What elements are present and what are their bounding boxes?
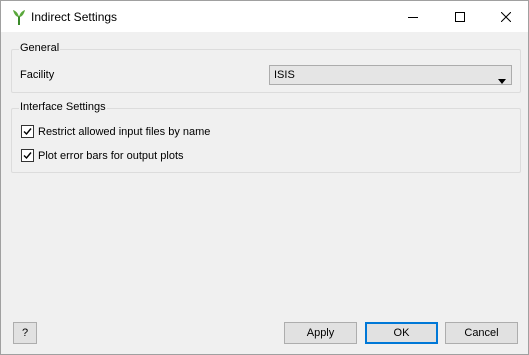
close-icon <box>501 11 511 22</box>
chevron-down-icon <box>498 73 506 87</box>
title-bar[interactable]: Indirect Settings <box>1 1 528 32</box>
ok-button[interactable]: OK <box>365 322 438 344</box>
plot-error-bars-checkbox[interactable] <box>21 149 34 162</box>
apply-button[interactable]: Apply <box>284 322 357 344</box>
facility-select[interactable]: ISIS <box>269 65 512 85</box>
minimize-button[interactable] <box>390 1 436 32</box>
restrict-input-files-label[interactable]: Restrict allowed input files by name <box>38 126 210 138</box>
interface-settings-group-title: Interface Settings <box>19 101 107 113</box>
plot-error-bars-label[interactable]: Plot error bars for output plots <box>38 150 184 162</box>
app-plant-icon <box>11 8 27 26</box>
facility-select-value: ISIS <box>274 69 295 81</box>
maximize-button[interactable] <box>437 1 483 32</box>
maximize-icon <box>455 11 465 22</box>
plot-error-bars-option[interactable]: Plot error bars for output plots <box>21 149 184 162</box>
help-button[interactable]: ? <box>13 322 37 344</box>
facility-label: Facility <box>20 69 55 81</box>
restrict-input-files-option[interactable]: Restrict allowed input files by name <box>21 125 210 138</box>
restrict-input-files-checkbox[interactable] <box>21 125 34 138</box>
window-title: Indirect Settings <box>31 10 118 24</box>
cancel-button[interactable]: Cancel <box>445 322 518 344</box>
minimize-icon <box>408 16 418 18</box>
indirect-settings-dialog: Indirect Settings General Facility ISIS … <box>0 0 529 355</box>
general-group-title: General <box>19 42 61 54</box>
close-button[interactable] <box>483 1 529 32</box>
interface-settings-group: Interface Settings <box>11 101 521 173</box>
checkmark-icon <box>23 152 32 160</box>
checkmark-icon <box>23 128 32 136</box>
